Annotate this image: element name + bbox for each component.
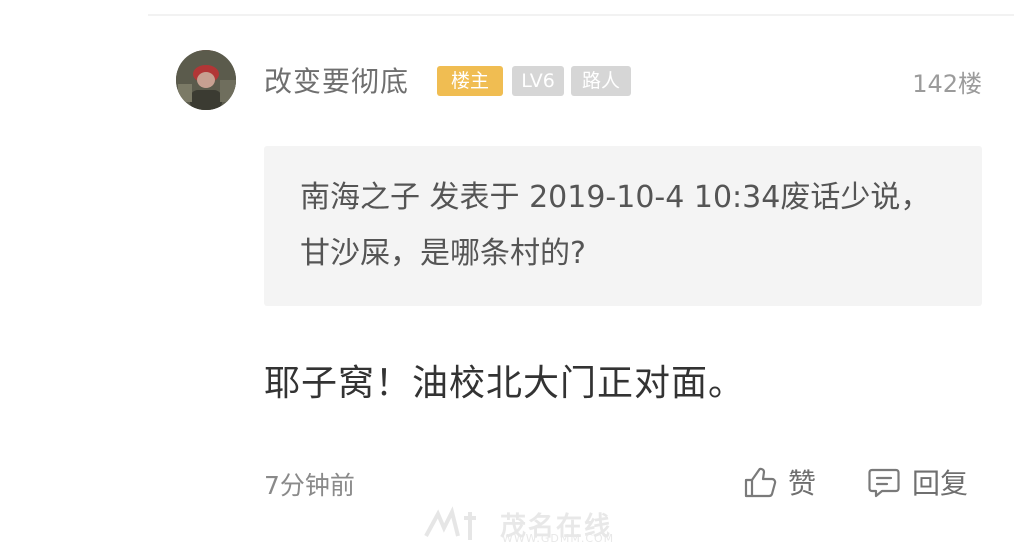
floor-number: 142楼 bbox=[912, 70, 982, 98]
like-label: 赞 bbox=[788, 467, 817, 500]
avatar-image bbox=[176, 50, 236, 110]
rank-badge: 路人 bbox=[571, 66, 631, 96]
divider bbox=[148, 14, 1014, 16]
quoted-post: 南海之子 发表于 2019-10-4 10:34废话少说，甘沙屎，是哪条村的? bbox=[264, 146, 982, 306]
comment-page: 改变要彻底 楼主 LV6 路人 142楼 南海之子 发表于 2019-10-4 … bbox=[0, 0, 1028, 548]
comment-icon bbox=[866, 464, 902, 500]
level-badge: LV6 bbox=[512, 66, 564, 96]
comment-content: 耶子窝！油校北大门正对面。 bbox=[264, 363, 746, 404]
watermark-logo-icon bbox=[416, 506, 496, 548]
reply-button[interactable]: 回复 bbox=[866, 462, 968, 502]
avatar[interactable] bbox=[176, 50, 236, 110]
like-button[interactable]: 赞 bbox=[742, 462, 816, 502]
thumbs-up-icon bbox=[742, 464, 778, 500]
reply-label: 回复 bbox=[912, 467, 969, 500]
owner-badge: 楼主 bbox=[437, 66, 503, 96]
quoted-post-text: 南海之子 发表于 2019-10-4 10:34废话少说，甘沙屎，是哪条村的? bbox=[300, 180, 931, 271]
username[interactable]: 改变要彻底 bbox=[264, 60, 409, 100]
watermark-url: WWW.GDMM.COM bbox=[502, 532, 615, 545]
timestamp: 7分钟前 bbox=[264, 471, 355, 500]
